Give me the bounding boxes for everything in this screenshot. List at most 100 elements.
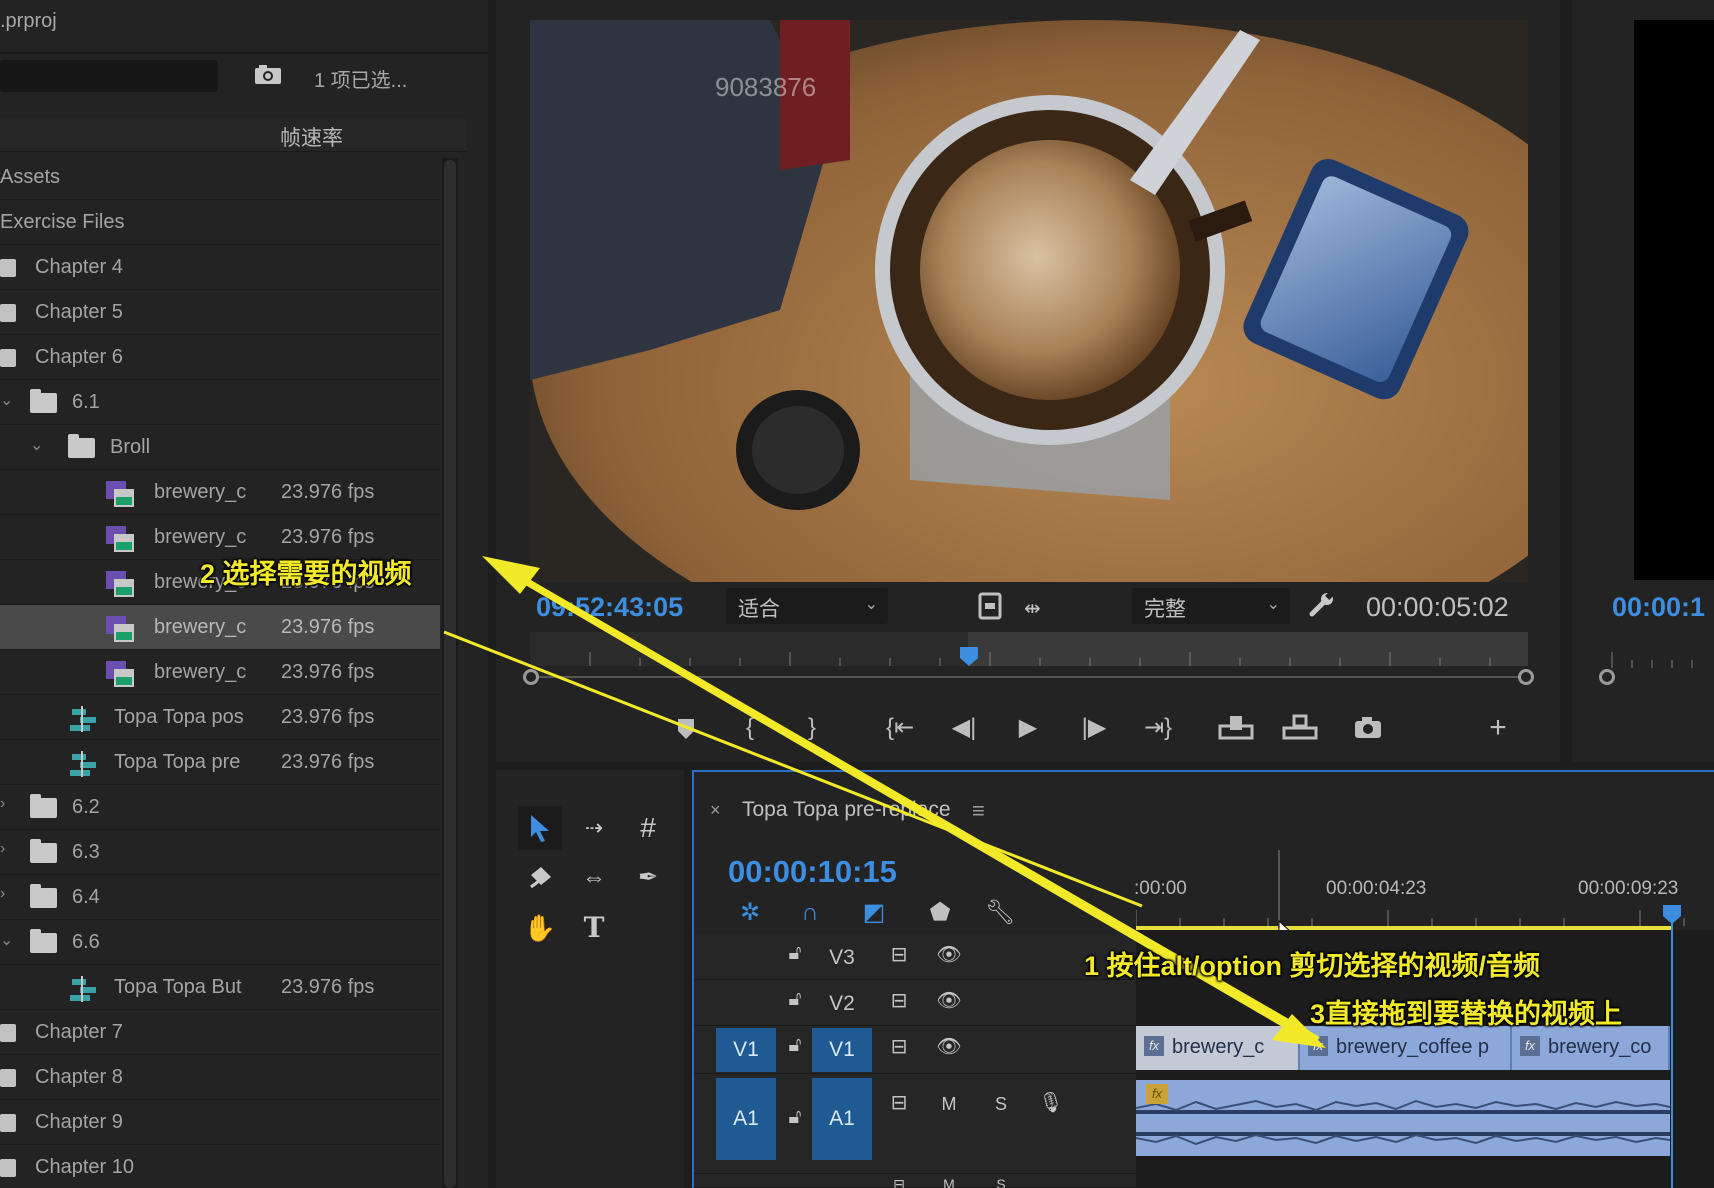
nest-toggle-icon[interactable]: ✲ bbox=[732, 896, 768, 930]
source-patch-a1[interactable]: A1 bbox=[716, 1078, 776, 1160]
snap-icon[interactable]: ∩ bbox=[792, 896, 828, 930]
step-back-icon[interactable]: ◀| bbox=[944, 710, 984, 746]
chevron-right-icon[interactable]: › bbox=[0, 795, 5, 813]
playhead-timecode[interactable]: 09:52:43:05 bbox=[536, 592, 683, 623]
sync-lock-icon[interactable]: ⊟ bbox=[884, 1090, 914, 1115]
bin-item[interactable]: Exercise Files bbox=[0, 200, 440, 245]
panel-divider bbox=[0, 52, 488, 54]
sync-lock-icon[interactable]: ⊟ bbox=[884, 1176, 914, 1188]
sync-lock-icon[interactable]: ⊟ bbox=[884, 988, 914, 1013]
lock-icon[interactable]: 🔓︎ bbox=[780, 1106, 810, 1129]
hand-tool-icon[interactable]: ✋ bbox=[518, 906, 562, 950]
bin-item[interactable]: ⌄ 6.1 bbox=[0, 380, 440, 425]
type-tool-icon[interactable]: T bbox=[572, 906, 616, 950]
bin-item[interactable]: Chapter 4 bbox=[0, 245, 440, 290]
slip-tool-icon[interactable]: ⇔ bbox=[572, 856, 616, 900]
lock-icon[interactable]: 🔓︎ bbox=[780, 1034, 810, 1057]
mute-button[interactable]: M bbox=[934, 1094, 964, 1115]
go-to-in-icon[interactable]: {⇤ bbox=[880, 710, 920, 746]
extract-icon[interactable] bbox=[1280, 710, 1320, 746]
source-timecode[interactable]: 00:00:1 bbox=[1612, 592, 1705, 623]
sequence-item[interactable]: Topa Topa pre 23.976 fps bbox=[0, 740, 440, 785]
clip-item[interactable]: brewery_c 23.976 fps bbox=[0, 605, 440, 650]
timeline-clip[interactable]: fx brewery_co bbox=[1512, 1026, 1670, 1070]
track-target-v1[interactable]: V1 bbox=[812, 1028, 872, 1072]
timeline-settings-wrench-icon[interactable]: 🔧︎ bbox=[982, 896, 1018, 930]
mute-button[interactable]: M bbox=[934, 1176, 964, 1188]
eye-icon[interactable]: 👁︎ bbox=[934, 988, 964, 1013]
project-scroll-thumb[interactable] bbox=[444, 160, 456, 1188]
ripple-edit-tool-icon[interactable]: # bbox=[626, 806, 670, 850]
track-select-tool-icon[interactable]: ⇢ bbox=[572, 806, 616, 850]
project-search-input[interactable] bbox=[0, 60, 218, 92]
bin-item[interactable]: › 6.4 bbox=[0, 875, 440, 920]
chevron-right-icon[interactable]: › bbox=[0, 840, 5, 858]
bin-item[interactable]: › 6.3 bbox=[0, 830, 440, 875]
sequence-tab-title[interactable]: Topa Topa pre-replace bbox=[742, 798, 951, 822]
monitor-zoom-handle-right[interactable] bbox=[1518, 669, 1534, 685]
close-tab-icon[interactable]: × bbox=[710, 800, 721, 821]
column-header-frame-rate[interactable]: 帧速率 bbox=[0, 118, 466, 152]
razor-tool-icon[interactable] bbox=[518, 856, 562, 900]
add-marker-icon[interactable]: ⬟ bbox=[922, 896, 958, 930]
step-forward-icon[interactable]: |▶ bbox=[1074, 710, 1114, 746]
chevron-down-icon[interactable]: ⌄ bbox=[0, 390, 13, 410]
bin-item[interactable]: Chapter 8 bbox=[0, 1055, 440, 1100]
playback-resolution-dropdown[interactable]: 完整 ⌄ bbox=[1132, 588, 1290, 624]
timeline-clip[interactable]: fx brewery_c bbox=[1136, 1026, 1300, 1070]
bin-item[interactable]: Chapter 5 bbox=[0, 290, 440, 335]
bin-item[interactable]: ⌄ 6.6 bbox=[0, 920, 440, 965]
mark-in-icon[interactable]: { bbox=[730, 710, 770, 746]
clip-item[interactable]: brewery_c 23.976 fps bbox=[0, 650, 440, 695]
timeline-timecode[interactable]: 00:00:10:15 bbox=[728, 854, 897, 890]
timeline-playhead[interactable] bbox=[1662, 904, 1682, 926]
bin-item[interactable]: ⌄ Broll bbox=[0, 425, 440, 470]
solo-button[interactable]: S bbox=[986, 1094, 1016, 1115]
safe-margins-icon[interactable] bbox=[978, 592, 1002, 620]
mark-out-icon[interactable]: } bbox=[792, 710, 832, 746]
compare-view-icon[interactable]: ⇹ bbox=[1024, 596, 1054, 620]
go-to-out-icon[interactable]: ⇥} bbox=[1138, 710, 1178, 746]
audio-clip[interactable] bbox=[1135, 1080, 1671, 1156]
export-frame-icon[interactable] bbox=[1348, 710, 1388, 746]
wrench-icon[interactable] bbox=[1308, 590, 1336, 618]
lock-icon[interactable]: 🔓︎ bbox=[780, 942, 810, 965]
chevron-down-icon[interactable]: ⌄ bbox=[0, 930, 13, 950]
microphone-icon[interactable]: 🎙︎ bbox=[1036, 1090, 1066, 1115]
bin-item[interactable]: › 6.2 bbox=[0, 785, 440, 830]
item-name: Chapter 5 bbox=[35, 301, 123, 323]
play-icon[interactable]: ▶ bbox=[1008, 710, 1048, 746]
panel-menu-icon[interactable]: ≡ bbox=[972, 798, 985, 824]
zoom-fit-dropdown[interactable]: 适合 ⌄ bbox=[726, 588, 888, 624]
linked-selection-icon[interactable]: ◩ bbox=[856, 896, 892, 930]
source-zoom-handle[interactable] bbox=[1599, 669, 1615, 685]
timeline-clip[interactable]: fx brewery_coffee p bbox=[1300, 1026, 1512, 1070]
chevron-right-icon[interactable]: › bbox=[0, 885, 5, 903]
find-icon[interactable] bbox=[254, 64, 282, 86]
eye-icon[interactable]: 👁︎ bbox=[934, 942, 964, 967]
lift-icon[interactable] bbox=[1216, 710, 1256, 746]
track-target-a1[interactable]: A1 bbox=[812, 1078, 872, 1160]
source-patch-v1[interactable]: V1 bbox=[716, 1028, 776, 1072]
bin-item[interactable]: Chapter 10 bbox=[0, 1145, 440, 1188]
lock-icon[interactable]: 🔓︎ bbox=[780, 988, 810, 1011]
bin-item[interactable]: Chapter 9 bbox=[0, 1100, 440, 1145]
bin-item[interactable]: Chapter 6 bbox=[0, 335, 440, 380]
sequence-item[interactable]: Topa Topa But 23.976 fps bbox=[0, 965, 440, 1010]
sync-lock-icon[interactable]: ⊟ bbox=[884, 1034, 914, 1059]
monitor-playhead[interactable] bbox=[959, 646, 979, 668]
add-button-icon[interactable]: + bbox=[1478, 710, 1518, 746]
monitor-zoom-bar[interactable] bbox=[530, 676, 1528, 678]
selection-tool-icon[interactable] bbox=[518, 806, 562, 850]
clip-item[interactable]: brewery_c 23.976 fps bbox=[0, 470, 440, 515]
bin-item[interactable]: Chapter 7 bbox=[0, 1010, 440, 1055]
monitor-zoom-handle-left[interactable] bbox=[523, 669, 539, 685]
sequence-item[interactable]: Topa Topa pos 23.976 fps bbox=[0, 695, 440, 740]
bin-item[interactable]: Assets bbox=[0, 155, 440, 200]
sync-lock-icon[interactable]: ⊟ bbox=[884, 942, 914, 967]
add-marker-icon[interactable] bbox=[666, 710, 706, 746]
pen-tool-icon[interactable]: ✒ bbox=[626, 856, 670, 900]
eye-icon[interactable]: 👁︎ bbox=[934, 1034, 964, 1059]
solo-button[interactable]: S bbox=[986, 1176, 1016, 1188]
chevron-down-icon[interactable]: ⌄ bbox=[30, 435, 43, 455]
